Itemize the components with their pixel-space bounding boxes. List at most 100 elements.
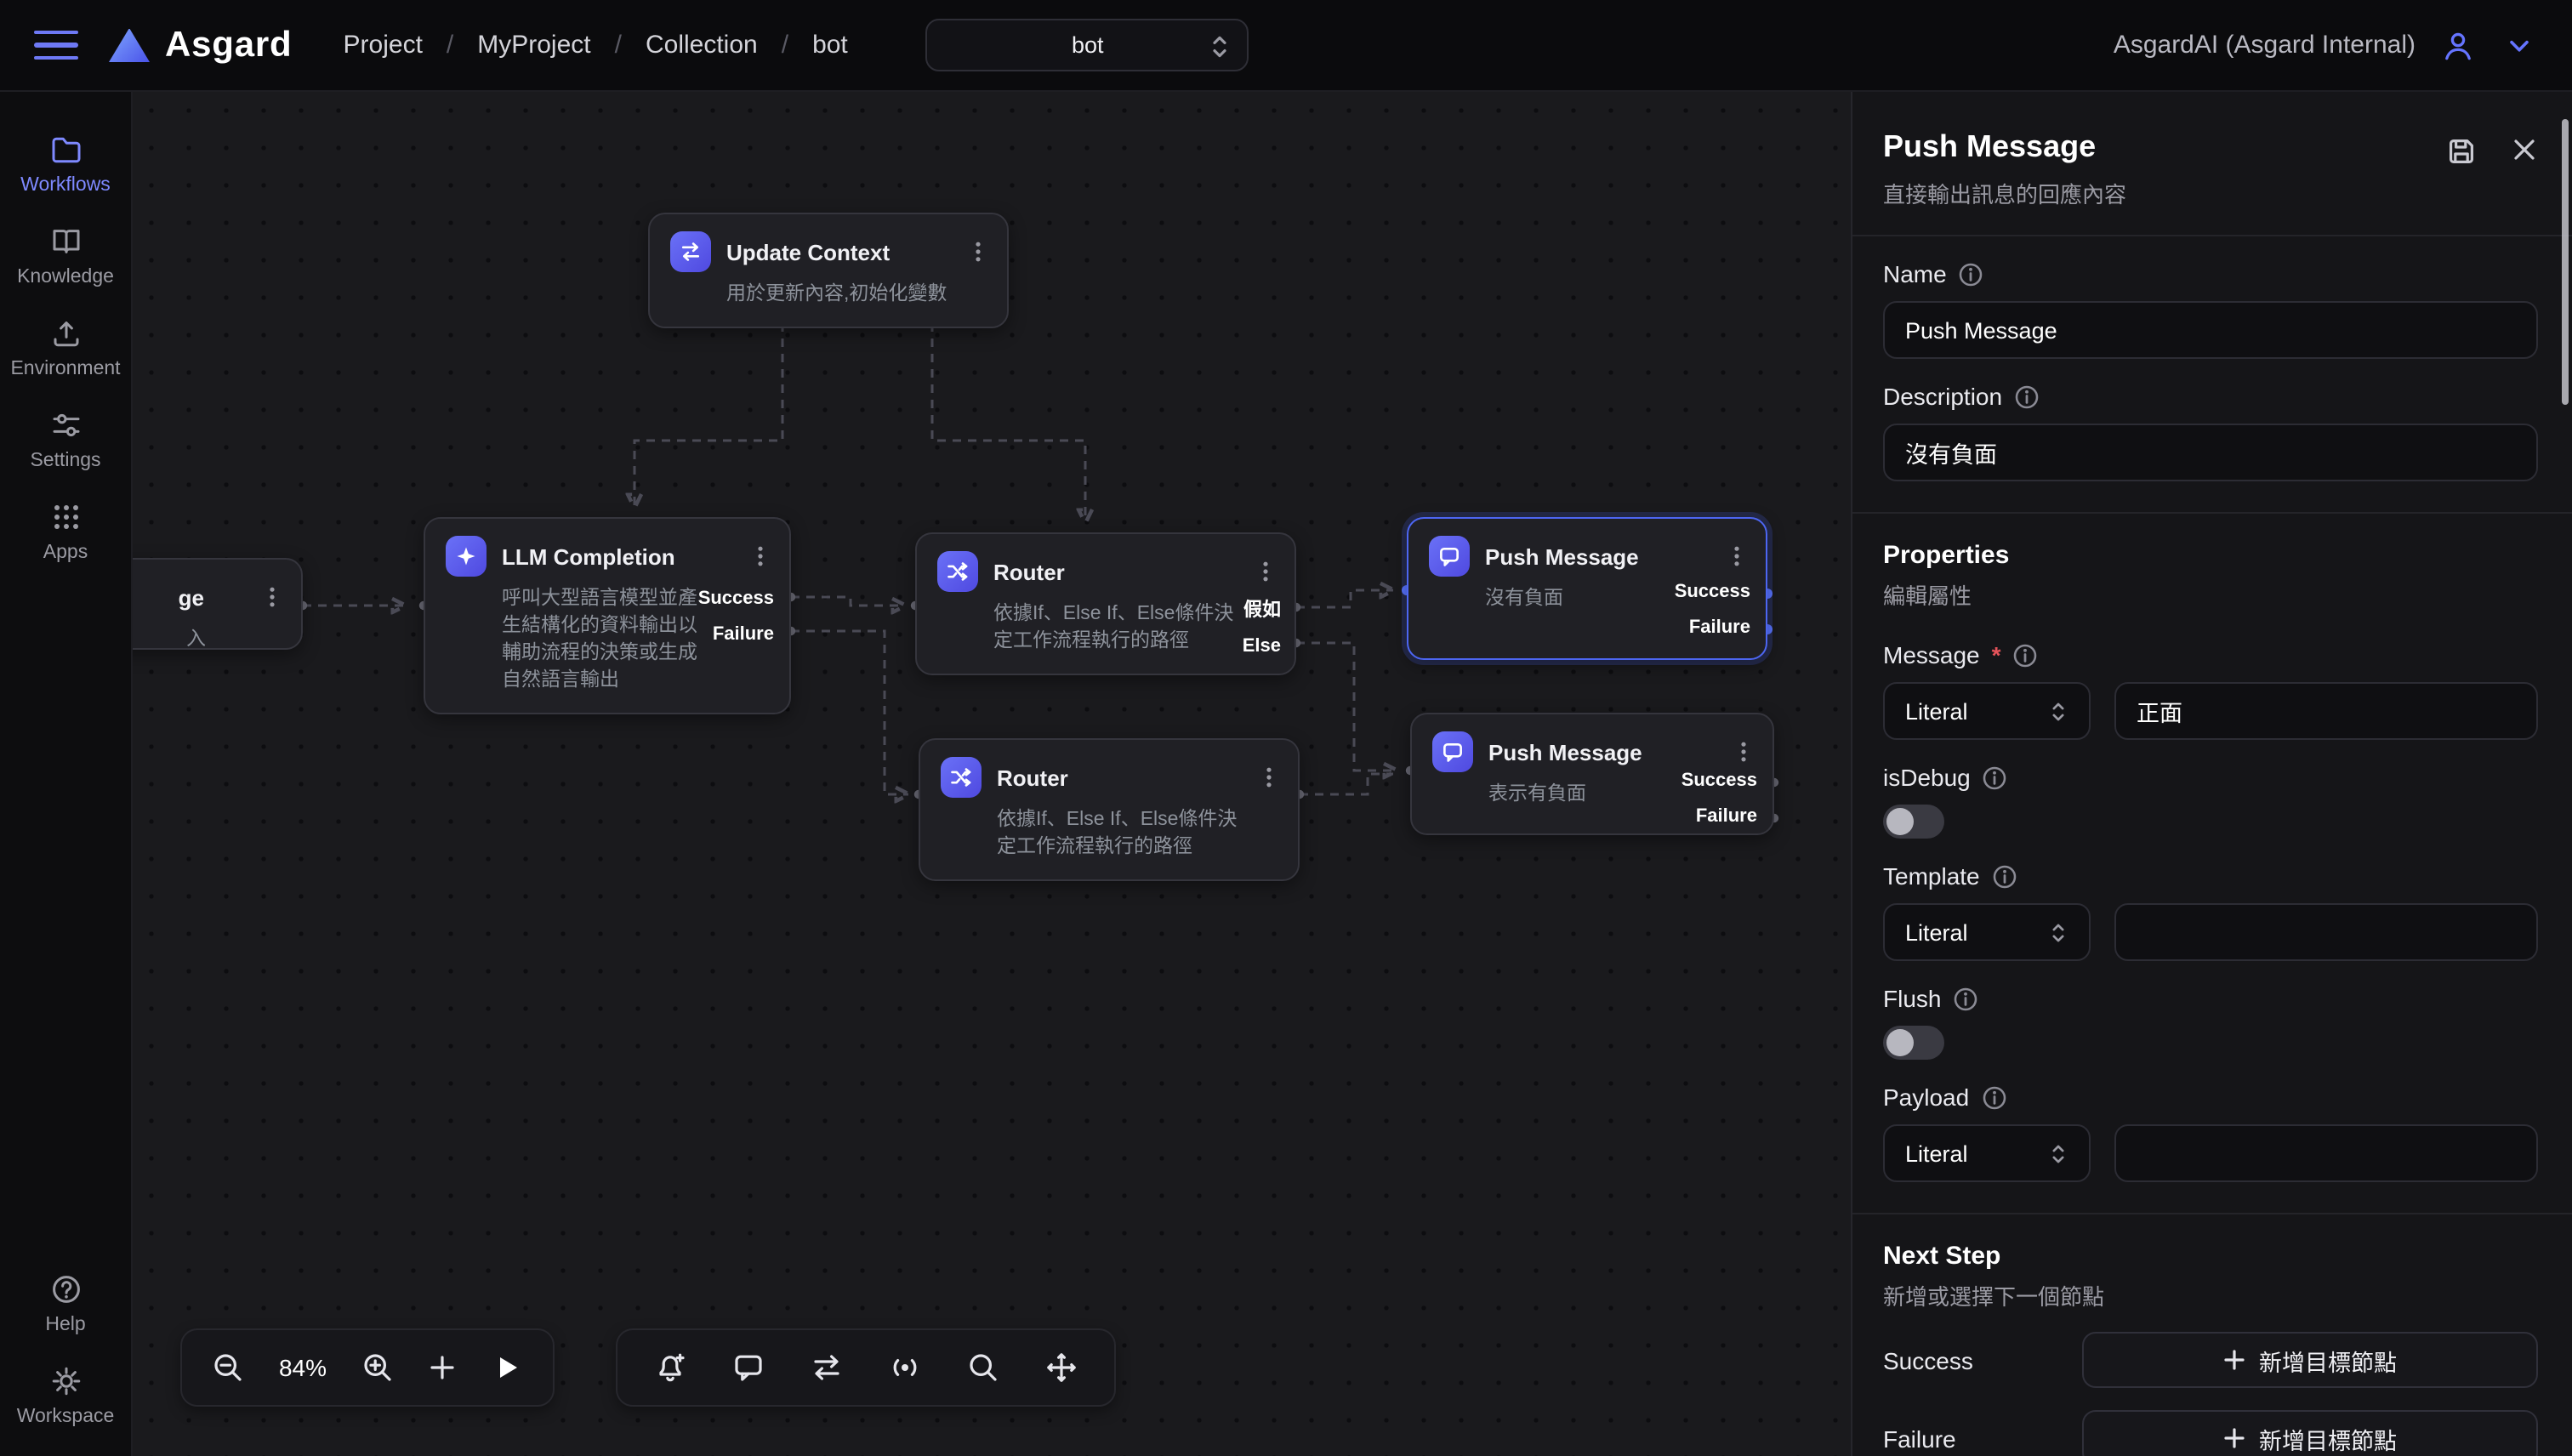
- plus-icon: [2223, 1349, 2245, 1371]
- node-description: 呼叫大型語言模型並產生結構化的資料輸出以輔助流程的決策或生成自然語言輸出: [502, 585, 713, 694]
- user-avatar-icon[interactable]: [2439, 26, 2477, 64]
- output-failure[interactable]: Failure: [1696, 805, 1757, 830]
- output-success[interactable]: Success: [698, 587, 774, 612]
- node-menu-icon[interactable]: [1257, 765, 1281, 789]
- info-icon[interactable]: [2014, 384, 2040, 409]
- swap-tool-icon[interactable]: [808, 1349, 845, 1386]
- node-menu-icon[interactable]: [1254, 560, 1277, 583]
- section-divider: [1852, 512, 2572, 514]
- output-success[interactable]: Success: [1681, 769, 1757, 794]
- isdebug-toggle[interactable]: [1883, 805, 1944, 839]
- output-else[interactable]: Else: [1243, 634, 1281, 660]
- add-target-node-success-button[interactable]: 新增目標節點: [2082, 1332, 2538, 1388]
- sidebar-item-environment[interactable]: Environment: [6, 303, 125, 395]
- sidebar-label: Knowledge: [17, 267, 114, 287]
- search-tool-icon[interactable]: [964, 1349, 1002, 1386]
- logo-text[interactable]: Asgard: [165, 25, 293, 65]
- account-chevron-down-icon[interactable]: [2501, 26, 2538, 64]
- plus-icon: [2223, 1427, 2245, 1449]
- name-input[interactable]: Push Message: [1883, 301, 2538, 359]
- flush-toggle[interactable]: [1883, 1026, 1944, 1060]
- run-workflow-icon[interactable]: [488, 1349, 526, 1386]
- sidebar-label: Apps: [43, 543, 88, 563]
- isdebug-label: isDebug: [1883, 764, 1971, 791]
- add-target-node-failure-button[interactable]: 新增目標節點: [2082, 1410, 2538, 1456]
- sidebar-item-help[interactable]: Help: [6, 1259, 125, 1351]
- panel-subtitle: 直接輸出訊息的回應內容: [1883, 177, 2470, 209]
- save-icon[interactable]: [2446, 136, 2477, 175]
- template-value-input[interactable]: [2114, 903, 2538, 961]
- info-icon[interactable]: [1959, 261, 1984, 287]
- output-success[interactable]: Success: [1675, 580, 1750, 606]
- broadcast-tool-icon[interactable]: [886, 1349, 924, 1386]
- template-type-select[interactable]: Literal: [1883, 903, 2091, 961]
- node-menu-icon[interactable]: [260, 585, 284, 609]
- sidebar-item-settings[interactable]: Settings: [6, 395, 125, 486]
- payload-type-value: Literal: [1905, 1140, 1968, 1166]
- node-menu-icon[interactable]: [748, 544, 772, 568]
- add-target-node-label: 新增目標節點: [2259, 1421, 2397, 1455]
- node-clipped[interactable]: ge 入: [133, 558, 303, 650]
- push-message-icon: [1429, 536, 1470, 577]
- sidebar-label: Help: [45, 1315, 85, 1335]
- payload-type-select[interactable]: Literal: [1883, 1124, 2091, 1182]
- info-icon[interactable]: [2013, 642, 2039, 668]
- node-menu-icon[interactable]: [1732, 740, 1755, 764]
- workflow-select[interactable]: bot: [926, 19, 1249, 71]
- output-failure[interactable]: Failure: [1689, 616, 1750, 641]
- workflow-canvas[interactable]: ge 入 Update Context 用於更新內容,初始化變數 LLM: [133, 92, 1851, 1456]
- breadcrumb-project[interactable]: Project: [344, 31, 423, 60]
- message-value-input[interactable]: 正面: [2114, 682, 2538, 740]
- sidebar-item-workflows[interactable]: Workflows: [6, 119, 125, 211]
- help-icon: [48, 1272, 83, 1306]
- info-icon[interactable]: [1981, 1084, 2006, 1110]
- payload-label: Payload: [1883, 1083, 1969, 1111]
- sidebar-label: Settings: [30, 451, 100, 471]
- node-menu-icon[interactable]: [1725, 544, 1749, 568]
- close-icon[interactable]: [2511, 136, 2538, 172]
- menu-icon[interactable]: [34, 23, 78, 67]
- trigger-bell-icon[interactable]: [652, 1349, 689, 1386]
- panel-scrollbar[interactable]: [2562, 119, 2569, 405]
- asgard-logo-icon[interactable]: [109, 28, 150, 62]
- message-type-select[interactable]: Literal: [1883, 682, 2091, 740]
- node-outputs: Success Failure: [1681, 769, 1757, 830]
- message-type-value: Literal: [1905, 698, 1968, 724]
- add-node-icon[interactable]: [424, 1349, 461, 1386]
- app-root: Asgard Project / MyProject / Collection …: [0, 0, 2572, 1456]
- update-context-icon: [670, 231, 711, 272]
- output-if[interactable]: 假如: [1243, 599, 1281, 624]
- breadcrumb-collection[interactable]: Collection: [646, 31, 758, 60]
- zoom-in-icon[interactable]: [359, 1349, 396, 1386]
- message-tool-icon[interactable]: [730, 1349, 767, 1386]
- payload-value-input[interactable]: [2114, 1124, 2538, 1182]
- node-llm-completion[interactable]: LLM Completion 呼叫大型語言模型並產生結構化的資料輸出以輔助流程的…: [424, 517, 791, 714]
- breadcrumb: Project / MyProject / Collection / bot: [344, 31, 848, 60]
- zoom-out-icon[interactable]: [209, 1349, 247, 1386]
- info-icon[interactable]: [1992, 863, 2017, 889]
- name-label: Name: [1883, 260, 1947, 287]
- info-icon[interactable]: [1983, 765, 2008, 790]
- panel-title: Push Message: [1883, 129, 2470, 165]
- node-update-context[interactable]: Update Context 用於更新內容,初始化變數: [648, 213, 1009, 328]
- panel-header: Push Message 直接輸出訊息的回應內容: [1852, 92, 2572, 236]
- sidebar-item-workspace[interactable]: Workspace: [6, 1351, 125, 1442]
- info-icon[interactable]: [1953, 986, 1978, 1011]
- node-router-1[interactable]: Router 依據If、Else If、Else條件決定工作流程執行的路徑 假如…: [915, 532, 1296, 675]
- node-title: Router: [997, 765, 1242, 790]
- sidebar-item-knowledge[interactable]: Knowledge: [6, 211, 125, 303]
- breadcrumb-bot[interactable]: bot: [812, 31, 848, 60]
- breadcrumb-myproject[interactable]: MyProject: [477, 31, 590, 60]
- node-description: 入: [133, 626, 206, 653]
- pan-tool-icon[interactable]: [1043, 1349, 1080, 1386]
- node-router-2[interactable]: Router 依據If、Else If、Else條件決定工作流程執行的路徑: [919, 738, 1300, 881]
- node-description: 依據If、Else If、Else條件決定工作流程執行的路徑: [993, 600, 1249, 655]
- add-target-node-label: 新增目標節點: [2259, 1343, 2397, 1377]
- sidebar-item-apps[interactable]: Apps: [6, 486, 125, 578]
- node-push-message-2[interactable]: Push Message 表示有負面 Success Failure: [1410, 713, 1774, 835]
- output-failure[interactable]: Failure: [713, 623, 774, 648]
- node-push-message-1[interactable]: Push Message 沒有負面 Success Failure: [1407, 517, 1767, 660]
- node-menu-icon[interactable]: [966, 240, 990, 264]
- node-properties-panel: Push Message 直接輸出訊息的回應內容 Name Push Messa…: [1851, 92, 2572, 1456]
- description-input[interactable]: 沒有負面: [1883, 424, 2538, 481]
